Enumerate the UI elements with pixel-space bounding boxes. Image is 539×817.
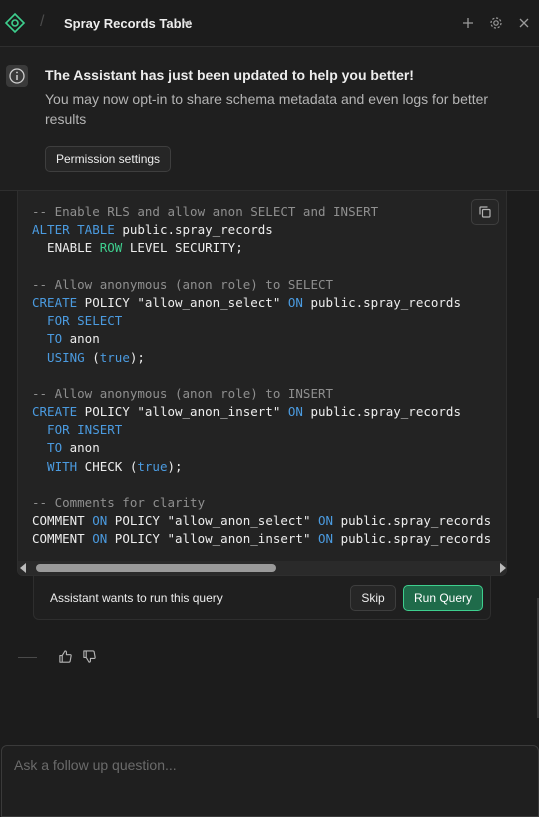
- run-query-bar: Assistant wants to run this query Skip R…: [33, 576, 491, 620]
- code-token: true: [99, 349, 130, 365]
- code-token: ON: [92, 531, 108, 547]
- code-token: anon: [62, 440, 100, 456]
- code-token: FOR SELECT: [32, 313, 123, 329]
- code-token: public.spray_records: [114, 222, 273, 238]
- code-line: -- Comments for clarity: [32, 494, 491, 512]
- copy-icon: [479, 206, 491, 218]
- code-lines: -- Enable RLS and allow anon SELECT and …: [32, 203, 491, 549]
- code-token: ALTER TABLE: [32, 222, 115, 238]
- notice-body: You may now opt-in to share schema metad…: [45, 91, 489, 127]
- code-token: TO: [32, 331, 63, 347]
- code-line: TO anon: [32, 330, 491, 348]
- feedback-divider: [18, 657, 37, 658]
- follow-up-input-container: [1, 745, 539, 817]
- code-token: CREATE: [32, 294, 78, 310]
- code-token: public.spray_records: [333, 531, 492, 547]
- close-icon[interactable]: [516, 15, 532, 31]
- code-line: TO anon: [32, 439, 491, 457]
- page-title[interactable]: Spray Records Table: [64, 16, 192, 31]
- gear-icon[interactable]: [488, 15, 504, 31]
- code-token: LEVEL SECURITY;: [122, 240, 243, 256]
- code-token: ROW: [99, 240, 123, 256]
- code-token: public.spray_records: [302, 294, 461, 310]
- code-token: public.spray_records: [302, 404, 461, 420]
- sql-code-block: -- Enable RLS and allow anon SELECT and …: [17, 191, 507, 576]
- query-prompt: Assistant wants to run this query: [50, 591, 223, 605]
- scroll-left-icon[interactable]: [20, 563, 26, 573]
- code-line: COMMENT ON POLICY "allow_anon_select" ON…: [32, 512, 491, 530]
- breadcrumb-separator: /: [40, 13, 45, 30]
- code-token: (: [84, 349, 100, 365]
- code-token: POLICY "allow_anon_insert": [107, 531, 318, 547]
- code-token: USING: [32, 349, 85, 365]
- code-line: -- Allow anonymous (anon role) to SELECT: [32, 276, 491, 294]
- code-line: USING (true);: [32, 349, 491, 367]
- code-token: true: [137, 458, 168, 474]
- code-token: CHECK (: [77, 458, 138, 474]
- info-icon: [6, 65, 28, 87]
- code-token: );: [129, 349, 145, 365]
- scroll-right-icon[interactable]: [500, 563, 506, 573]
- code-line: CREATE POLICY "allow_anon_select" ON pub…: [32, 294, 491, 312]
- horizontal-scrollbar[interactable]: [18, 561, 506, 575]
- code-token: COMMENT: [32, 531, 93, 547]
- code-token: FOR INSERT: [32, 422, 123, 438]
- code-token: COMMENT: [32, 513, 93, 529]
- code-token: ON: [92, 513, 108, 529]
- copy-button[interactable]: [471, 199, 499, 225]
- code-token: POLICY "allow_anon_insert": [77, 404, 288, 420]
- code-line: -- Allow anonymous (anon role) to INSERT: [32, 385, 491, 403]
- code-token: -- Allow anonymous (anon role) to INSERT: [32, 385, 334, 401]
- thumbs-down-icon[interactable]: [82, 649, 97, 664]
- code-token: anon: [62, 331, 100, 347]
- code-token: ON: [318, 531, 334, 547]
- code-token: );: [167, 458, 183, 474]
- permission-settings-button[interactable]: Permission settings: [45, 146, 172, 172]
- code-line: ALTER TABLE public.spray_records: [32, 221, 491, 239]
- scrollbar-thumb[interactable]: [36, 564, 276, 572]
- code-token: ON: [287, 294, 303, 310]
- code-line: CREATE POLICY "allow_anon_insert" ON pub…: [32, 403, 491, 421]
- code-token: -- Enable RLS and allow anon SELECT and …: [32, 204, 379, 219]
- code-token: WITH: [32, 458, 78, 474]
- code-token: POLICY "allow_anon_select": [107, 513, 318, 529]
- code-line: -- Enable RLS and allow anon SELECT and …: [32, 203, 491, 221]
- code-token: ENABLE: [32, 240, 100, 256]
- code-line: ENABLE ROW LEVEL SECURITY;: [32, 239, 491, 257]
- code-token: -- Allow anonymous (anon role) to SELECT: [32, 276, 334, 292]
- code-token: public.spray_records: [333, 513, 492, 529]
- plus-icon[interactable]: [460, 15, 476, 31]
- code-token: ON: [318, 513, 334, 529]
- follow-up-input[interactable]: [2, 746, 538, 816]
- code-line: COMMENT ON POLICY "allow_anon_insert" ON…: [32, 530, 491, 548]
- run-query-button[interactable]: Run Query: [403, 585, 483, 611]
- chevron-down-icon[interactable]: [181, 16, 193, 28]
- code-token: TO: [32, 440, 63, 456]
- update-notice: The Assistant has just been updated to h…: [0, 47, 539, 191]
- code-line: FOR INSERT: [32, 421, 491, 439]
- logo-icon[interactable]: [4, 12, 26, 34]
- code-line: WITH CHECK (true);: [32, 458, 491, 476]
- code-token: CREATE: [32, 404, 78, 420]
- notice-title: The Assistant has just been updated to h…: [45, 67, 414, 83]
- skip-button[interactable]: Skip: [350, 585, 396, 611]
- code-token: ON: [287, 404, 303, 420]
- code-line: FOR SELECT: [32, 312, 491, 330]
- thumbs-up-icon[interactable]: [58, 649, 73, 664]
- code-token: -- Comments for clarity: [32, 495, 206, 510]
- code-token: POLICY "allow_anon_select": [77, 294, 288, 310]
- header-bar: / Spray Records Table: [0, 0, 539, 47]
